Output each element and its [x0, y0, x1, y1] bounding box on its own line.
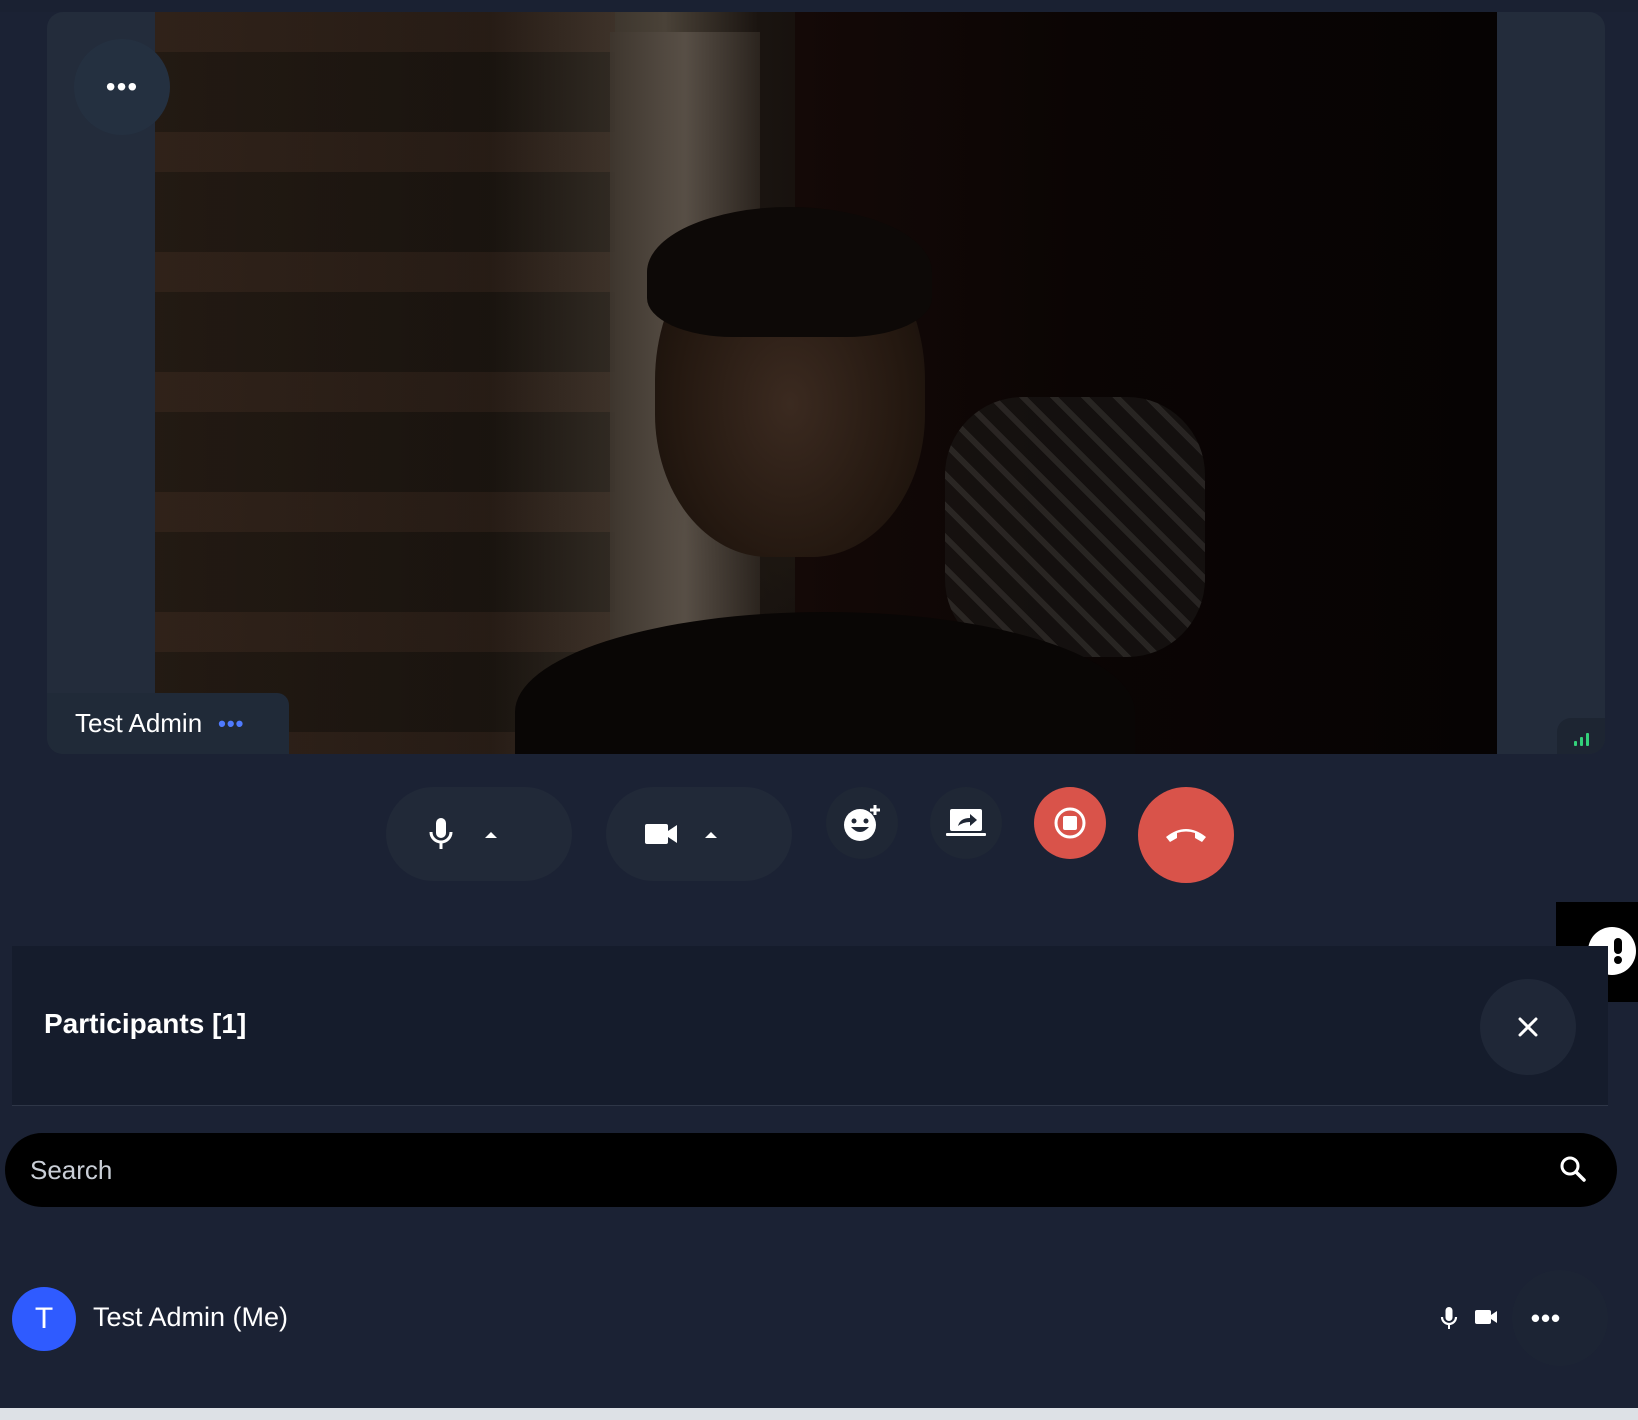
caret-up-icon: [485, 831, 497, 838]
mic-options-button[interactable]: [476, 830, 506, 839]
microphone-icon: [429, 818, 453, 849]
avatar: T: [12, 1287, 76, 1351]
participant-options-button[interactable]: •••: [1512, 1270, 1608, 1366]
search-input[interactable]: [5, 1133, 1617, 1207]
stop-recording-button[interactable]: [1034, 787, 1106, 859]
bottom-divider: [0, 1408, 1638, 1420]
participant-search: [5, 1133, 1617, 1207]
camera-control-group: [606, 787, 792, 881]
participants-panel-header: Participants [1]: [12, 946, 1608, 1106]
video-camera-icon: [645, 824, 677, 844]
screen-share-icon: [946, 809, 986, 836]
stop-recording-icon: [1054, 807, 1086, 839]
search-icon[interactable]: [1559, 1155, 1587, 1183]
participants-title: Participants [1]: [44, 1008, 247, 1039]
participant-name-tag: Test Admin •••: [47, 693, 289, 754]
close-icon: [1518, 1017, 1538, 1037]
hang-up-icon: [1166, 829, 1206, 842]
signal-bars-icon: [1557, 718, 1605, 754]
more-horizontal-icon: •••: [1530, 1302, 1562, 1333]
emoji-add-icon: [844, 805, 880, 841]
camera-feed: [155, 12, 1497, 754]
screen-share-button[interactable]: [930, 787, 1002, 859]
participant-list-name: Test Admin (Me): [93, 1302, 289, 1332]
mic-toggle-button[interactable]: [406, 817, 476, 851]
mic-control-group: [386, 787, 572, 881]
microphone-icon[interactable]: [1440, 1306, 1458, 1330]
camera-toggle-button[interactable]: [626, 822, 696, 846]
reactions-button[interactable]: [826, 787, 898, 859]
close-panel-button[interactable]: [1480, 979, 1576, 1075]
video-camera-icon[interactable]: [1474, 1308, 1498, 1326]
camera-options-button[interactable]: [696, 830, 726, 839]
participant-name: Test Admin: [75, 708, 203, 738]
caret-up-icon: [705, 831, 717, 838]
end-call-button[interactable]: [1138, 787, 1234, 883]
tile-options-button[interactable]: •••: [74, 39, 170, 135]
name-options-icon[interactable]: •••: [218, 711, 244, 737]
participant-list-item: T Test Admin (Me) •••: [12, 1270, 1608, 1366]
video-tile: ••• Test Admin •••: [47, 12, 1605, 754]
more-horizontal-icon: •••: [105, 71, 139, 102]
top-bar: [0, 0, 1638, 12]
